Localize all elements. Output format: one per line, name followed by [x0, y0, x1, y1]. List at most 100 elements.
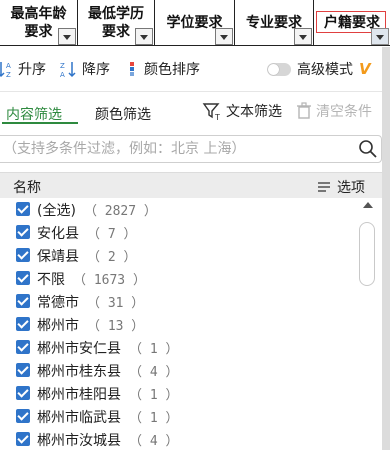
item-count: （ 7 ）: [87, 227, 137, 242]
filter-dropdown-button[interactable]: [58, 28, 76, 45]
item-count: （ 4 ）: [129, 434, 179, 449]
item-label: 郴州市桂阳县: [37, 387, 121, 403]
clear-conditions-button[interactable]: 清空条件: [296, 100, 372, 122]
list-item-select-all[interactable]: (全选) （ 2827 ）: [0, 198, 360, 221]
item-label: 郴州市桂东县: [37, 364, 121, 380]
column-header-row: 最高年龄要求 最低学历要求 学位要求 专业要求 户籍要求: [0, 0, 390, 46]
sort-descending-button[interactable]: Z A 降序: [60, 59, 110, 79]
color-sort-icon: [130, 62, 134, 76]
list-options-button[interactable]: 选项: [317, 177, 365, 197]
item-label: 郴州市安仁县: [37, 341, 121, 357]
sort-toolbar: A Z 升序 Z A 降序 颜色排序 高级模式 V: [0, 47, 390, 91]
list-item[interactable]: 安化县 （ 7 ）: [0, 221, 360, 244]
list-item[interactable]: 保靖县 （ 2 ）: [0, 244, 360, 267]
checkbox[interactable]: [16, 248, 30, 262]
column-header-household[interactable]: 户籍要求: [314, 0, 390, 46]
list-item[interactable]: 郴州市桂阳县 （ 1 ）: [0, 382, 360, 405]
list-options-label: 选项: [337, 180, 365, 196]
tab-content-filter[interactable]: 内容筛选: [6, 104, 62, 124]
item-label: 郴州市汝城县: [37, 433, 121, 449]
column-header-label: 最低学历: [88, 6, 144, 22]
svg-text:A: A: [6, 62, 11, 70]
list-scrollbar[interactable]: [356, 198, 378, 450]
item-label: 常德市: [37, 295, 79, 311]
advanced-mode-toggle[interactable]: [267, 62, 291, 76]
svg-text:Z: Z: [6, 71, 11, 78]
options-menu-icon: [318, 182, 330, 192]
filter-dropdown-button[interactable]: [371, 28, 389, 45]
item-count: （ 2827 ）: [83, 204, 157, 219]
checkbox[interactable]: [16, 409, 30, 423]
trash-icon: [297, 102, 311, 119]
list-item[interactable]: 郴州市临武县 （ 1 ）: [0, 405, 360, 428]
tab-color-filter[interactable]: 颜色筛选: [95, 104, 151, 124]
filter-dropdown-button[interactable]: [135, 28, 153, 45]
vip-badge-icon: V: [359, 60, 371, 78]
column-header-min-education[interactable]: 最低学历 要求: [78, 0, 155, 46]
checkbox[interactable]: [16, 225, 30, 239]
scroll-thumb[interactable]: [359, 222, 375, 286]
text-filter-button[interactable]: T 文本筛选: [202, 100, 282, 122]
checkbox[interactable]: [16, 271, 30, 285]
window-edge: [382, 47, 390, 450]
item-label: 保靖县: [37, 249, 79, 265]
svg-text:Z: Z: [60, 62, 65, 70]
list-item[interactable]: 郴州市 （ 13 ）: [0, 313, 360, 336]
column-header-max-age[interactable]: 最高年龄 要求: [0, 0, 78, 46]
list-item[interactable]: 郴州市桂东县 （ 4 ）: [0, 359, 360, 382]
advanced-mode-label: 高级模式: [297, 62, 353, 78]
list-item[interactable]: 郴州市汝城县 （ 4 ）: [0, 428, 360, 450]
column-header-label: 要求: [24, 24, 53, 40]
checkbox[interactable]: [16, 432, 30, 446]
search-input[interactable]: [3, 139, 343, 159]
list-header-name: 名称: [13, 180, 41, 196]
checkbox[interactable]: [16, 202, 30, 216]
filter-dropdown-button[interactable]: [215, 28, 233, 45]
checkbox[interactable]: [16, 386, 30, 400]
svg-text:T: T: [214, 113, 220, 121]
item-label: 郴州市: [37, 318, 79, 334]
item-count: （ 13 ）: [87, 319, 145, 334]
list-item[interactable]: 常德市 （ 31 ）: [0, 290, 360, 313]
funnel-icon: T: [202, 103, 220, 121]
list-item[interactable]: 郴州市安仁县 （ 1 ）: [0, 336, 360, 359]
text-filter-label: 文本筛选: [226, 104, 282, 120]
item-label: 安化县: [37, 226, 79, 242]
active-tab-indicator: [2, 122, 78, 124]
checkbox[interactable]: [16, 340, 30, 354]
sort-by-color-label: 颜色排序: [144, 62, 200, 78]
checkbox[interactable]: [16, 294, 30, 308]
sort-descending-icon: Z A: [60, 62, 76, 78]
item-count: （ 4 ）: [129, 365, 179, 380]
advanced-mode-control[interactable]: 高级模式 V: [267, 59, 371, 79]
sort-ascending-label: 升序: [18, 62, 46, 78]
item-label: 郴州市临武县: [37, 410, 121, 426]
item-count: （ 1 ）: [129, 411, 179, 426]
item-count: （ 31 ）: [87, 296, 145, 311]
search-box: [0, 135, 382, 163]
sort-ascending-button[interactable]: A Z 升序: [0, 59, 46, 79]
filter-tabs: 内容筛选 颜色筛选 T 文本筛选 清空条件: [0, 92, 390, 132]
column-header-label: 最高年龄: [10, 6, 67, 22]
column-header-major[interactable]: 专业要求: [235, 0, 314, 46]
filter-dropdown-button[interactable]: [294, 28, 312, 45]
column-header-degree[interactable]: 学位要求: [155, 0, 235, 46]
column-header-label: 要求: [102, 24, 130, 40]
sort-by-color-button[interactable]: 颜色排序: [128, 59, 200, 79]
item-count: （ 2 ）: [87, 250, 137, 265]
search-icon[interactable]: [358, 139, 378, 163]
item-count: （ 1673 ）: [73, 273, 146, 288]
scroll-up-arrow-icon[interactable]: [363, 202, 373, 208]
list-header: 名称 选项: [0, 172, 390, 198]
checkbox[interactable]: [16, 363, 30, 377]
sort-descending-label: 降序: [82, 62, 110, 78]
checkbox[interactable]: [16, 317, 30, 331]
item-label: (全选): [37, 203, 76, 219]
sort-ascending-icon: A Z: [0, 62, 11, 78]
item-count: （ 1 ）: [129, 388, 179, 403]
clear-conditions-label: 清空条件: [316, 104, 372, 120]
svg-text:A: A: [60, 71, 65, 78]
list-item[interactable]: 不限 （ 1673 ）: [0, 267, 360, 290]
item-count: （ 1 ）: [129, 342, 179, 357]
item-label: 不限: [37, 272, 65, 288]
